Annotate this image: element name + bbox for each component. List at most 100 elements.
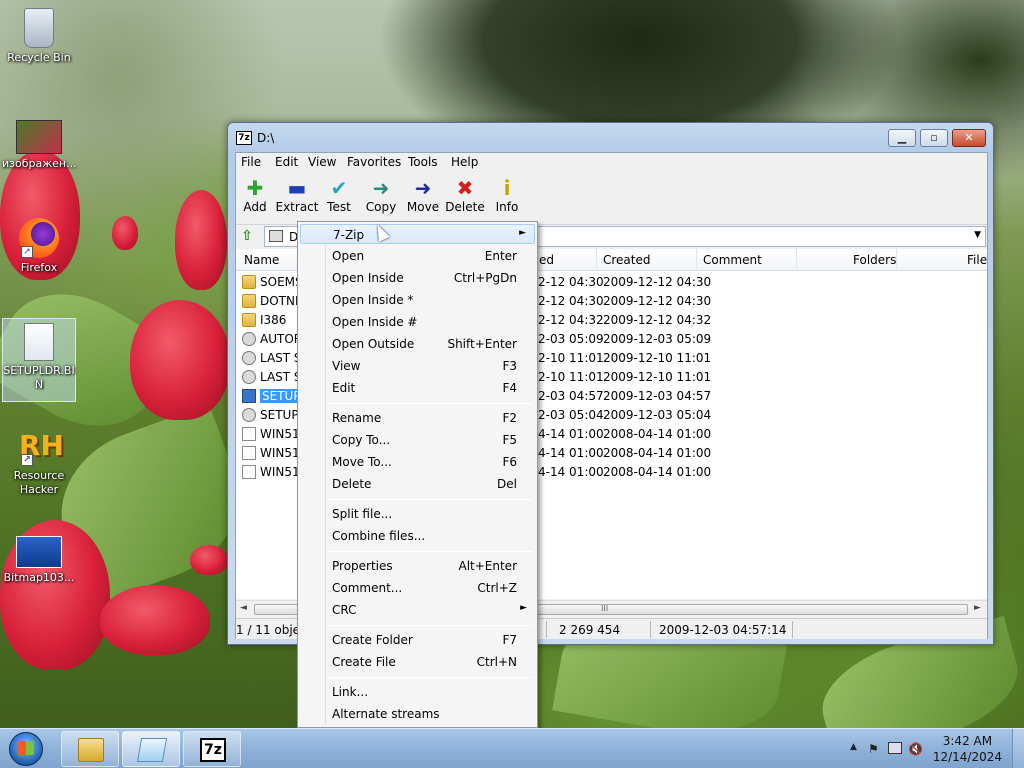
menu-item-move-to[interactable]: Move To... F6 bbox=[300, 452, 535, 472]
menu-item-combine-files[interactable]: Combine files... bbox=[300, 526, 535, 546]
column-created[interactable]: Created bbox=[603, 253, 651, 267]
column-comment[interactable]: Comment bbox=[703, 253, 762, 267]
desktop-icon-image[interactable]: изображен... bbox=[2, 120, 77, 171]
file-icon bbox=[242, 465, 256, 479]
taskbar-button-explorer[interactable] bbox=[61, 731, 119, 767]
menu-item-properties[interactable]: Properties Alt+Enter bbox=[300, 556, 535, 576]
7zip-icon-text: 7z bbox=[204, 742, 222, 758]
test-button[interactable]: ✔ Test bbox=[317, 176, 361, 214]
resource-hacker-icon: RH ↗ bbox=[19, 426, 64, 466]
menu-item-split-file[interactable]: Split file... bbox=[300, 504, 535, 524]
menu-item-link[interactable]: Link... bbox=[300, 682, 535, 702]
menu-item-open-inside[interactable]: Open Inside * bbox=[300, 290, 535, 310]
menu-tools[interactable]: Tools bbox=[408, 155, 438, 169]
flag-icon[interactable]: ⚑ bbox=[868, 742, 879, 756]
menu-item-open[interactable]: Open Enter bbox=[300, 246, 535, 266]
close-button[interactable]: ✕ bbox=[952, 129, 986, 147]
wallpaper-tulip bbox=[130, 300, 230, 420]
menu-item-copy-to[interactable]: Copy To... F5 bbox=[300, 430, 535, 450]
up-folder-button[interactable]: ⇧ bbox=[239, 228, 255, 244]
volume-muted-icon[interactable]: 🔇 bbox=[908, 742, 923, 756]
desktop-icon-label: SETUPLDR.BIN bbox=[3, 364, 75, 391]
menu-item-edit[interactable]: Edit F4 bbox=[300, 378, 535, 398]
desktop-icon-setupldr[interactable]: SETUPLDR.BIN bbox=[2, 318, 76, 402]
menu-item-label: Open Inside bbox=[332, 271, 404, 285]
delete-button[interactable]: ✖ Delete bbox=[443, 176, 487, 214]
folder-icon bbox=[242, 275, 256, 289]
menu-item-label: 7-Zip bbox=[333, 228, 365, 242]
column-files[interactable]: File bbox=[967, 253, 987, 267]
taskbar-button-7zip[interactable]: 7z bbox=[183, 731, 241, 767]
column-name[interactable]: Name bbox=[244, 253, 279, 267]
menu-item-alternate-streams[interactable]: Alternate streams bbox=[300, 704, 535, 724]
drive-icon bbox=[269, 230, 283, 242]
column-folders[interactable]: Folders bbox=[853, 253, 896, 267]
taskbar-button-active-app[interactable] bbox=[122, 731, 180, 767]
menu-item-label: Create File bbox=[332, 655, 396, 669]
copy-button[interactable]: ➜ Copy bbox=[359, 176, 403, 214]
desktop-icon-firefox[interactable]: ↗ Firefox bbox=[2, 218, 76, 275]
menu-item-open-outside[interactable]: Open Outside Shift+Enter bbox=[300, 334, 535, 354]
menu-favorites[interactable]: Favorites bbox=[347, 155, 401, 169]
info-button[interactable]: i Info bbox=[485, 176, 529, 214]
menu-item-create-file[interactable]: Create File Ctrl+N bbox=[300, 652, 535, 672]
network-icon[interactable] bbox=[888, 742, 902, 754]
clock[interactable]: 3:42 AM 12/14/2024 bbox=[933, 733, 1002, 765]
menu-item-label: Comment... bbox=[332, 581, 403, 595]
row-modified: 2-03 05:09 bbox=[538, 332, 604, 346]
row-created: 2008-04-14 01:00 bbox=[603, 465, 712, 479]
clock-time: 3:42 AM bbox=[942, 734, 993, 748]
menu-item-label: Split file... bbox=[332, 507, 393, 521]
menu-item-label: Open bbox=[332, 249, 365, 263]
status-divider bbox=[546, 621, 547, 638]
menu-item-open-inside[interactable]: Open Inside # bbox=[300, 312, 535, 332]
row-created: 2009-12-10 11:01 bbox=[603, 351, 712, 365]
maximize-button[interactable]: ▫ bbox=[920, 129, 948, 147]
menu-item-7-zip[interactable]: 7-Zip ► bbox=[300, 224, 535, 244]
menu-item-view[interactable]: View F3 bbox=[300, 356, 535, 376]
menu-item-comment[interactable]: Comment... Ctrl+Z bbox=[300, 578, 535, 598]
title-bar[interactable]: 7z D:\ ▁ ▫ ✕ bbox=[228, 123, 993, 153]
extract-icon: ▬ bbox=[287, 176, 307, 200]
row-created: 2009-12-03 05:04 bbox=[603, 408, 712, 422]
menu-item-label: CRC bbox=[332, 603, 357, 617]
toolbar-label: Extract bbox=[275, 200, 319, 214]
menu-item-label: Delete bbox=[332, 477, 372, 491]
menu-edit[interactable]: Edit bbox=[275, 155, 298, 169]
menu-file[interactable]: File bbox=[241, 155, 261, 169]
extract-button[interactable]: ▬ Extract bbox=[275, 176, 319, 214]
start-button[interactable] bbox=[4, 730, 48, 768]
row-name: WIN51 bbox=[260, 427, 300, 441]
column-modified[interactable]: ed bbox=[539, 253, 554, 267]
scroll-left-icon[interactable]: ◄ bbox=[240, 603, 247, 613]
menu-item-label: Open Outside bbox=[332, 337, 415, 351]
menu-item-open-inside[interactable]: Open Inside Ctrl+PgDn bbox=[300, 268, 535, 288]
menu-item-rename[interactable]: Rename F2 bbox=[300, 408, 535, 428]
menu-item-create-folder[interactable]: Create Folder F7 bbox=[300, 630, 535, 650]
menu-item-label: Copy To... bbox=[332, 433, 391, 447]
row-created: 2009-12-12 04:32 bbox=[603, 313, 712, 327]
move-button[interactable]: ➜ Move bbox=[401, 176, 445, 214]
tray-chevron-icon[interactable]: ▲ bbox=[850, 742, 857, 752]
desktop-icon-resource-hacker[interactable]: RH ↗ Resource Hacker bbox=[2, 426, 76, 497]
wallpaper-tulip bbox=[175, 190, 227, 290]
add-button[interactable]: ✚ Add bbox=[233, 176, 277, 214]
menu-item-delete[interactable]: Delete Del bbox=[300, 474, 535, 494]
row-name: I386 bbox=[260, 313, 287, 327]
app-icon bbox=[242, 389, 256, 403]
row-modified: 2-10 11:01 bbox=[538, 351, 604, 365]
desktop-icon-bitmap[interactable]: Bitmap103... bbox=[2, 536, 76, 585]
scroll-right-icon[interactable]: ► bbox=[974, 603, 981, 613]
menu-item-label: Alternate streams bbox=[332, 707, 440, 721]
menu-item-crc[interactable]: CRC ► bbox=[300, 600, 535, 620]
toolbar: ✚ Add ▬ Extract ✔ Test ➜ Copy ➜ Move ✖ D… bbox=[236, 172, 987, 222]
minimize-button[interactable]: ▁ bbox=[888, 129, 916, 147]
show-desktop-button[interactable] bbox=[1012, 729, 1024, 768]
column-divider bbox=[596, 249, 597, 271]
menu-view[interactable]: View bbox=[308, 155, 336, 169]
row-modified: 4-14 01:00 bbox=[538, 427, 604, 441]
menu-item-label: Properties bbox=[332, 559, 393, 573]
menu-help[interactable]: Help bbox=[451, 155, 478, 169]
desktop-icon-recycle-bin[interactable]: Recycle Bin bbox=[2, 8, 76, 65]
dropdown-arrow-icon[interactable]: ▼ bbox=[974, 230, 981, 240]
